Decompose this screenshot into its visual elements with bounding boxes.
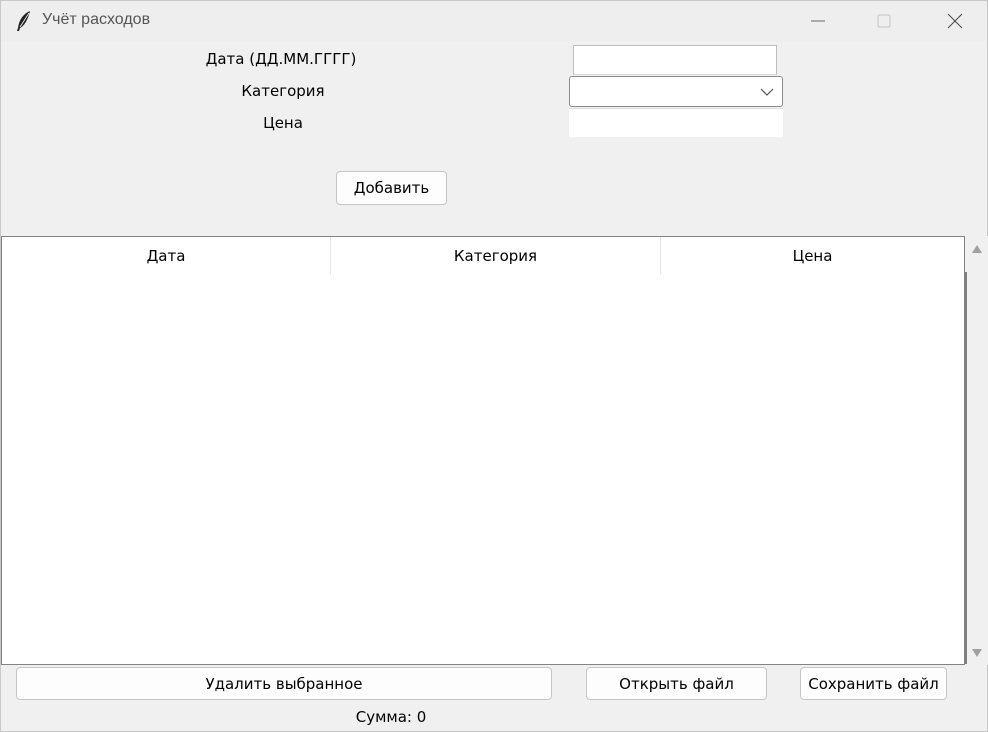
column-header-price[interactable]: Цена: [661, 237, 964, 274]
category-label: Категория: [241, 82, 325, 100]
vertical-scrollbar[interactable]: [965, 236, 988, 665]
price-label: Цена: [263, 114, 303, 132]
column-header-date[interactable]: Дата: [2, 237, 331, 274]
minimize-button[interactable]: [795, 1, 841, 41]
table-header: Дата Категория Цена: [2, 237, 964, 274]
expenses-table[interactable]: Дата Категория Цена: [1, 236, 965, 665]
title-bar[interactable]: Учёт расходов: [1, 1, 987, 41]
app-window: Учёт расходов Дата (ДД.ММ.ГГГГ) Категори…: [0, 0, 988, 732]
table-body[interactable]: [2, 274, 964, 664]
save-file-button[interactable]: Сохранить файл: [800, 667, 947, 700]
scroll-down-arrow-icon[interactable]: [971, 648, 983, 658]
sum-label: Сумма: 0: [355, 708, 427, 726]
close-button[interactable]: [932, 1, 978, 41]
date-label: Дата (ДД.ММ.ГГГГ): [205, 50, 357, 68]
feather-icon: [15, 10, 33, 32]
maximize-icon: [877, 14, 891, 28]
delete-selected-button[interactable]: Удалить выбранное: [16, 667, 552, 700]
chevron-down-icon: [760, 88, 774, 96]
scroll-up-arrow-icon[interactable]: [971, 244, 983, 254]
close-icon: [947, 13, 963, 29]
maximize-button[interactable]: [861, 1, 907, 41]
add-button[interactable]: Добавить: [336, 171, 447, 205]
window-title: Учёт расходов: [42, 11, 151, 28]
open-file-button[interactable]: Открыть файл: [586, 667, 767, 700]
column-header-category[interactable]: Категория: [331, 237, 661, 274]
category-combobox[interactable]: [569, 76, 783, 107]
price-input[interactable]: [569, 108, 783, 137]
date-input[interactable]: [573, 45, 777, 75]
scrollbar-track[interactable]: [965, 272, 967, 664]
minimize-icon: [811, 20, 825, 22]
